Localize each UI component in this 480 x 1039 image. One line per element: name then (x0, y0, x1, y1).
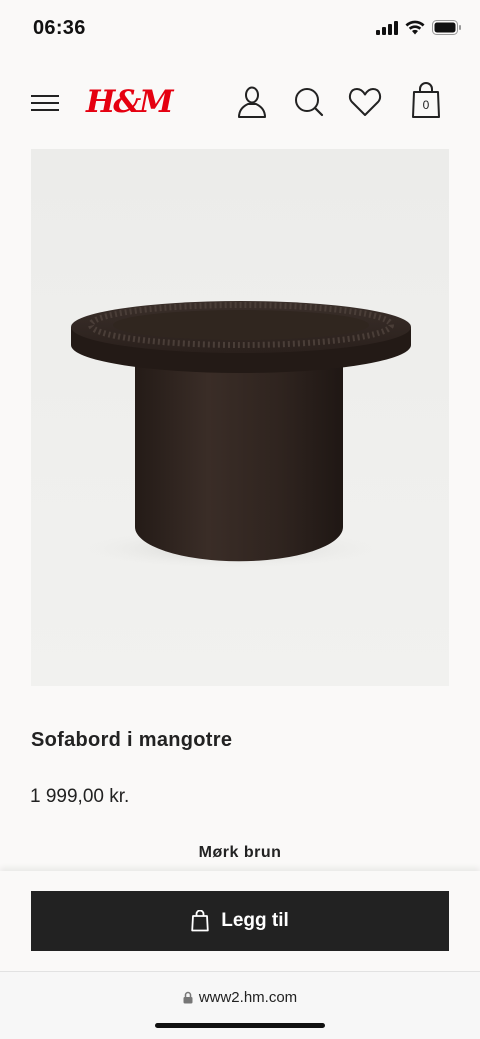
bag-count: 0 (422, 98, 430, 112)
cellular-signal-icon (376, 20, 398, 35)
product-title: Sofabord i mangotre (31, 729, 233, 751)
shopping-bag-icon (191, 910, 209, 932)
home-indicator[interactable] (155, 1023, 325, 1028)
wifi-icon (405, 20, 425, 35)
add-button-label: Legg til (221, 910, 289, 931)
site-header: H&M 0 (0, 76, 480, 128)
color-name: Mørk brun (198, 844, 282, 861)
battery-icon (432, 20, 461, 35)
coffee-table-illustration (71, 301, 411, 569)
search-icon[interactable] (291, 84, 327, 120)
add-to-bag-button[interactable]: Legg til (31, 891, 449, 951)
heart-icon[interactable] (347, 84, 383, 120)
add-to-bag-bar: Legg til (0, 871, 480, 972)
hamburger-icon[interactable] (31, 92, 61, 114)
browser-address-bar: www2.hm.com (0, 972, 480, 1039)
product-price: 1 999,00 kr. (30, 786, 130, 807)
lock-icon (183, 991, 193, 1004)
status-icons (376, 20, 462, 35)
status-time: 06:36 (33, 17, 86, 39)
shopping-bag-icon[interactable]: 0 (409, 82, 443, 120)
url-text: www2.hm.com (198, 989, 298, 1006)
status-bar: 06:36 (0, 0, 480, 58)
product-image[interactable] (31, 149, 449, 686)
account-icon[interactable] (234, 84, 270, 120)
hm-logo[interactable]: H&M (86, 84, 174, 120)
url-display[interactable]: www2.hm.com (0, 989, 480, 1006)
